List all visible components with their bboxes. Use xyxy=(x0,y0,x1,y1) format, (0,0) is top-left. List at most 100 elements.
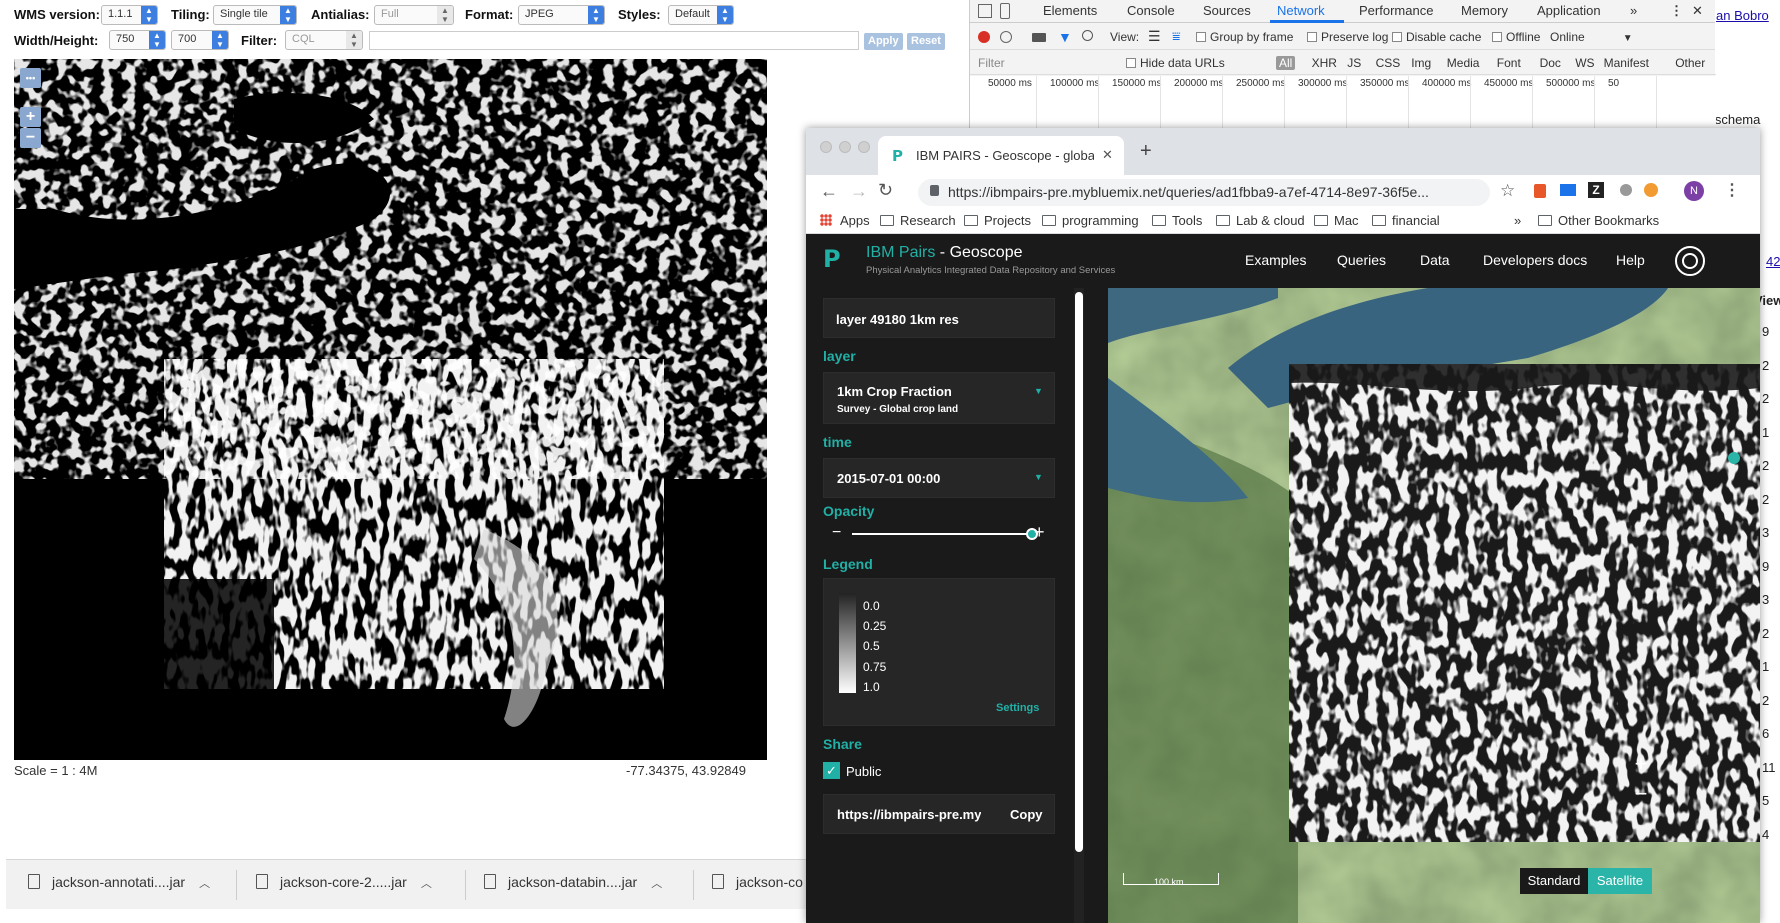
search-icon[interactable] xyxy=(1082,30,1093,41)
download-item[interactable]: jackson-annotati....jar ︿ xyxy=(28,874,210,898)
type-filter-img[interactable]: Img xyxy=(1411,56,1431,70)
type-filter-doc[interactable]: Doc xyxy=(1540,56,1561,70)
zoom-window-icon[interactable] xyxy=(858,141,870,153)
extension-z-icon[interactable]: Z xyxy=(1588,182,1604,198)
devtools-tab-console[interactable]: Console xyxy=(1127,3,1175,18)
back-icon[interactable]: ← xyxy=(820,181,838,202)
zoom-in-button[interactable]: + xyxy=(20,107,41,127)
download-item[interactable]: jackson-core-2.....jar ︿ xyxy=(256,874,432,898)
satellite-basemap-button[interactable]: Satellite xyxy=(1588,868,1652,894)
devtools-filter-input[interactable]: Filter xyxy=(978,56,1118,72)
opacity-increase-button[interactable]: + xyxy=(1034,522,1045,543)
bookmark-projects[interactable]: Projects xyxy=(964,213,1031,228)
type-filter-all[interactable]: All xyxy=(1276,56,1296,70)
type-filter-css[interactable]: CSS xyxy=(1376,56,1401,70)
bookmark-lab-cloud[interactable]: Lab & cloud xyxy=(1216,213,1305,228)
extension-2-icon[interactable] xyxy=(1560,184,1576,196)
map-zoom-in-button[interactable]: + xyxy=(1628,752,1654,778)
address-bar[interactable]: https://ibmpairs-pre.mybluemix.net/queri… xyxy=(918,179,1490,206)
map-zoom-out-button[interactable]: − xyxy=(1628,782,1654,808)
public-checkbox[interactable]: ✓ xyxy=(823,762,840,779)
height-select[interactable]: 700 ▲ ▼ xyxy=(171,30,229,50)
bookmark-research[interactable]: Research xyxy=(880,213,956,228)
apply-button[interactable]: Apply xyxy=(864,33,903,50)
satellite-map[interactable]: 100 km + − Standard Satellite xyxy=(1108,288,1760,923)
minimize-window-icon[interactable] xyxy=(839,141,851,153)
nav-data[interactable]: Data xyxy=(1420,252,1450,268)
type-filter-manifest[interactable]: Manifest xyxy=(1604,56,1649,70)
chevron-up-icon[interactable]: ︿ xyxy=(199,875,210,891)
share-url-field[interactable]: https://ibmpairs-pre.mybl Copy xyxy=(823,794,1055,834)
bookmark-mac[interactable]: Mac xyxy=(1314,213,1359,228)
bookmark-apps[interactable]: Apps xyxy=(820,213,870,228)
download-item[interactable]: jackson-co xyxy=(712,874,803,898)
reload-icon[interactable]: ↻ xyxy=(878,180,893,201)
devtools-tab-memory[interactable]: Memory xyxy=(1461,3,1508,18)
wms-version-select[interactable]: 1.1.1 ▲ ▼ xyxy=(101,5,158,25)
group-by-frame-checkbox[interactable]: Group by frame xyxy=(1196,30,1293,44)
panel-scrollbar[interactable] xyxy=(1074,288,1084,923)
devtools-tab-performance[interactable]: Performance xyxy=(1359,3,1433,18)
app-brand[interactable]: IBM Pairs - Geoscope xyxy=(866,244,1023,262)
inspect-icon[interactable] xyxy=(978,4,992,18)
waterfall-view-icon[interactable]: ⩸ xyxy=(1172,28,1181,45)
list-view-icon[interactable]: ☰ xyxy=(1148,28,1161,45)
layer-select[interactable]: 1km Crop Fraction Survey - Global crop l… xyxy=(823,372,1055,424)
filter-input[interactable] xyxy=(369,31,859,50)
standard-basemap-button[interactable]: Standard xyxy=(1520,868,1588,894)
forward-icon[interactable]: → xyxy=(850,181,868,202)
copy-button[interactable]: Copy xyxy=(1010,807,1043,822)
styles-select[interactable]: Default ▲ ▼ xyxy=(668,5,734,25)
bookmarks-more-icon[interactable]: » xyxy=(1514,213,1521,228)
close-window-icon[interactable] xyxy=(820,141,832,153)
devtools-tab-application[interactable]: Application xyxy=(1537,3,1601,18)
hide-data-urls-checkbox[interactable]: Hide data URLs xyxy=(1126,56,1225,70)
filter-type-select[interactable]: CQL ▲ ▼ xyxy=(285,30,363,50)
kebab-menu-icon[interactable]: ⋮ xyxy=(1670,3,1683,19)
width-select[interactable]: 750 ▲ ▼ xyxy=(109,30,166,50)
extension-3-icon[interactable] xyxy=(1620,184,1632,196)
device-toolbar-icon[interactable] xyxy=(1000,3,1010,19)
disable-cache-checkbox[interactable]: Disable cache xyxy=(1392,30,1481,44)
extension-4-icon[interactable] xyxy=(1644,183,1658,197)
tiling-select[interactable]: Single tile ▲ ▼ xyxy=(213,5,297,25)
layer-name-field[interactable]: layer 49180 1km res xyxy=(823,298,1055,338)
nav-queries[interactable]: Queries xyxy=(1337,252,1386,268)
bookmark-programming[interactable]: programming xyxy=(1042,213,1139,228)
browser-tab[interactable]: 𝗣 IBM PAIRS - Geoscope - globa ✕ xyxy=(878,136,1124,175)
devtools-tab-elements[interactable]: Elements xyxy=(1043,3,1097,18)
extension-1-icon[interactable] xyxy=(1534,184,1546,198)
devtools-tab-sources[interactable]: Sources xyxy=(1203,3,1251,18)
preserve-log-checkbox[interactable]: Preserve log xyxy=(1307,30,1388,44)
bookmark-star-icon[interactable]: ☆ xyxy=(1500,181,1515,201)
location-marker-icon[interactable] xyxy=(1728,452,1740,464)
clear-icon[interactable] xyxy=(1000,31,1012,43)
offline-checkbox[interactable]: Offline xyxy=(1492,30,1540,44)
chevron-up-icon[interactable]: ︿ xyxy=(651,875,662,891)
download-item[interactable]: jackson-databin....jar ︿ xyxy=(484,874,662,898)
user-account-icon[interactable] xyxy=(1675,246,1705,276)
nav-examples[interactable]: Examples xyxy=(1245,252,1306,268)
type-filter-xhr[interactable]: XHR xyxy=(1312,56,1337,70)
tab-close-icon[interactable]: ✕ xyxy=(1102,147,1113,163)
format-select[interactable]: JPEG ▲ ▼ xyxy=(518,5,605,25)
chevron-up-icon[interactable]: ︿ xyxy=(421,875,432,891)
antialias-select[interactable]: Full ▲ ▼ xyxy=(374,5,454,25)
devtools-tab-network[interactable]: Network xyxy=(1277,3,1325,18)
camera-icon[interactable] xyxy=(1032,33,1046,42)
opacity-decrease-button[interactable]: − xyxy=(832,524,841,542)
filter-icon[interactable]: ▼ xyxy=(1058,29,1072,45)
nav-help[interactable]: Help xyxy=(1616,252,1645,268)
background-link[interactable]: an Bobro xyxy=(1716,8,1769,23)
more-tabs-icon[interactable]: » xyxy=(1630,3,1637,18)
type-filter-media[interactable]: Media xyxy=(1447,56,1480,70)
new-tab-button[interactable]: + xyxy=(1140,140,1152,163)
bookmark-financial[interactable]: financial xyxy=(1372,213,1440,228)
nav-developers-docs[interactable]: Developers docs xyxy=(1483,252,1587,268)
type-filter-ws[interactable]: WS xyxy=(1575,56,1594,70)
other-bookmarks[interactable]: Other Bookmarks xyxy=(1538,213,1659,228)
close-icon[interactable]: ✕ xyxy=(1692,3,1703,19)
reset-button[interactable]: Reset xyxy=(907,33,945,50)
background-42-link[interactable]: 42 xyxy=(1766,254,1780,269)
legend-settings-link[interactable]: Settings xyxy=(996,702,1039,714)
